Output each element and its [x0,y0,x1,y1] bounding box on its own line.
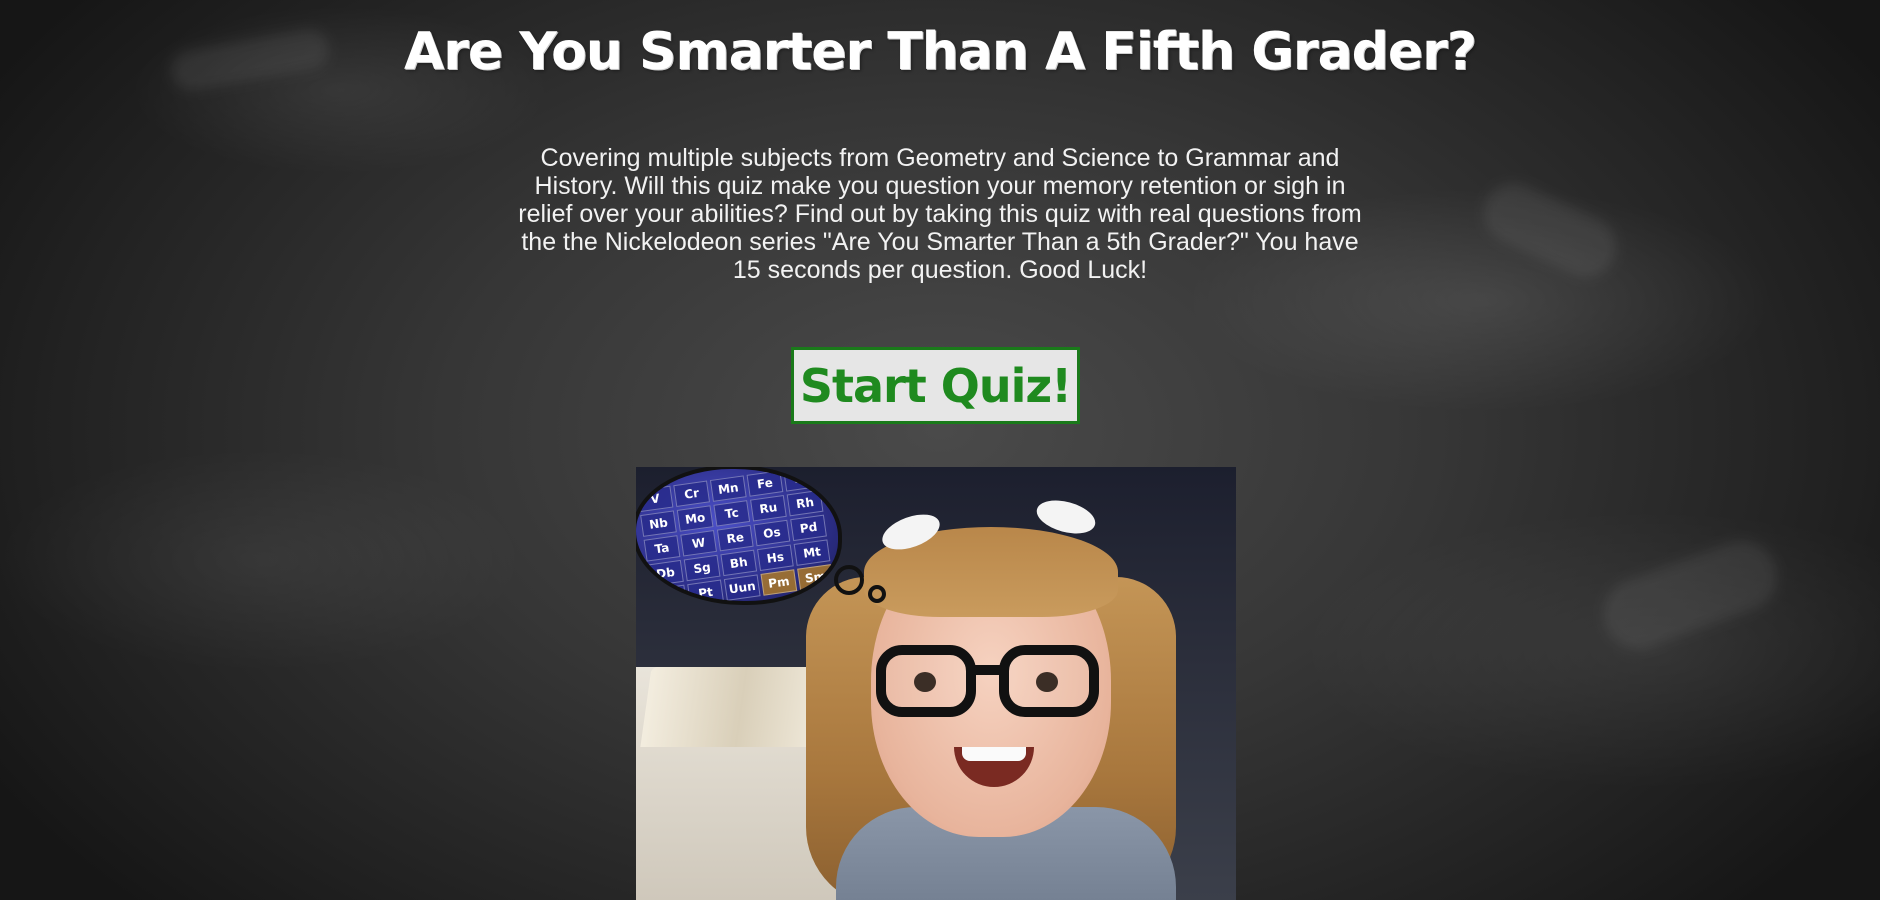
start-quiz-button[interactable]: Start Quiz! [791,347,1080,424]
periodic-element-cell: Ru [750,494,787,522]
teeth [962,747,1026,761]
periodic-element-cell: Pd [790,514,827,542]
periodic-element-cell: Mn [709,475,747,502]
periodic-element-cell: Fe [746,470,784,497]
periodic-table: V Cr Mn Fe Co Nb Mo Tc Ru Rh Ta W Re Os Pd Db Sg Bh Hs Mt Ir… [636,469,838,605]
periodic-element-cell: Sg [683,554,721,582]
chalk-smudge [1473,173,1627,287]
periodic-element-cell: Ir [650,584,688,601]
periodic-element-cell: Pm [760,569,798,596]
periodic-element-cell: Os [753,519,791,547]
page-title: Are You Smarter Than A Fifth Grader? [404,22,1477,82]
thought-bubble: V Cr Mn Fe Co Nb Mo Tc Ru Rh Ta W Re Os Pd Db Sg Bh Hs Mt Ir… [636,467,842,605]
periodic-element-cell: Nb [640,510,677,537]
quiz-description: Covering multiple subjects from Geometry… [518,144,1362,284]
periodic-element-cell: Rh [786,489,824,517]
periodic-element-cell: Re [716,524,754,552]
thought-bubble-dot [868,585,886,603]
periodic-element-cell: Pt [687,579,724,601]
thought-bubble-dot [834,565,864,595]
periodic-element-cell: Co [783,469,820,492]
periodic-element-cell: Ta [643,535,681,562]
periodic-element-cell: Mo [676,505,714,532]
glasses-lens-right [999,645,1099,717]
periodic-element-cell: Db [647,559,684,587]
periodic-element-cell: V [636,485,674,513]
periodic-element-cell: Uun [723,574,761,601]
periodic-element-cell: Hs [757,544,794,571]
periodic-element-cell: W [680,530,717,557]
periodic-element-cell: Sm [797,564,834,591]
periodic-element-cell: Mt [793,539,831,566]
chalk-smudge [1593,531,1787,659]
periodic-element-cell: Gd [691,604,728,605]
periodic-element-cell: Bh [720,549,758,577]
hero-image: V Cr Mn Fe Co Nb Mo Tc Ru Rh Ta W Re Os Pd Db Sg Bh Hs Mt Ir… [636,467,1236,900]
periodic-element-cell: Tc [713,500,751,527]
glasses-lens-left [876,645,976,717]
periodic-element-cell: Cr [673,480,711,508]
glasses-bridge [972,665,1004,675]
